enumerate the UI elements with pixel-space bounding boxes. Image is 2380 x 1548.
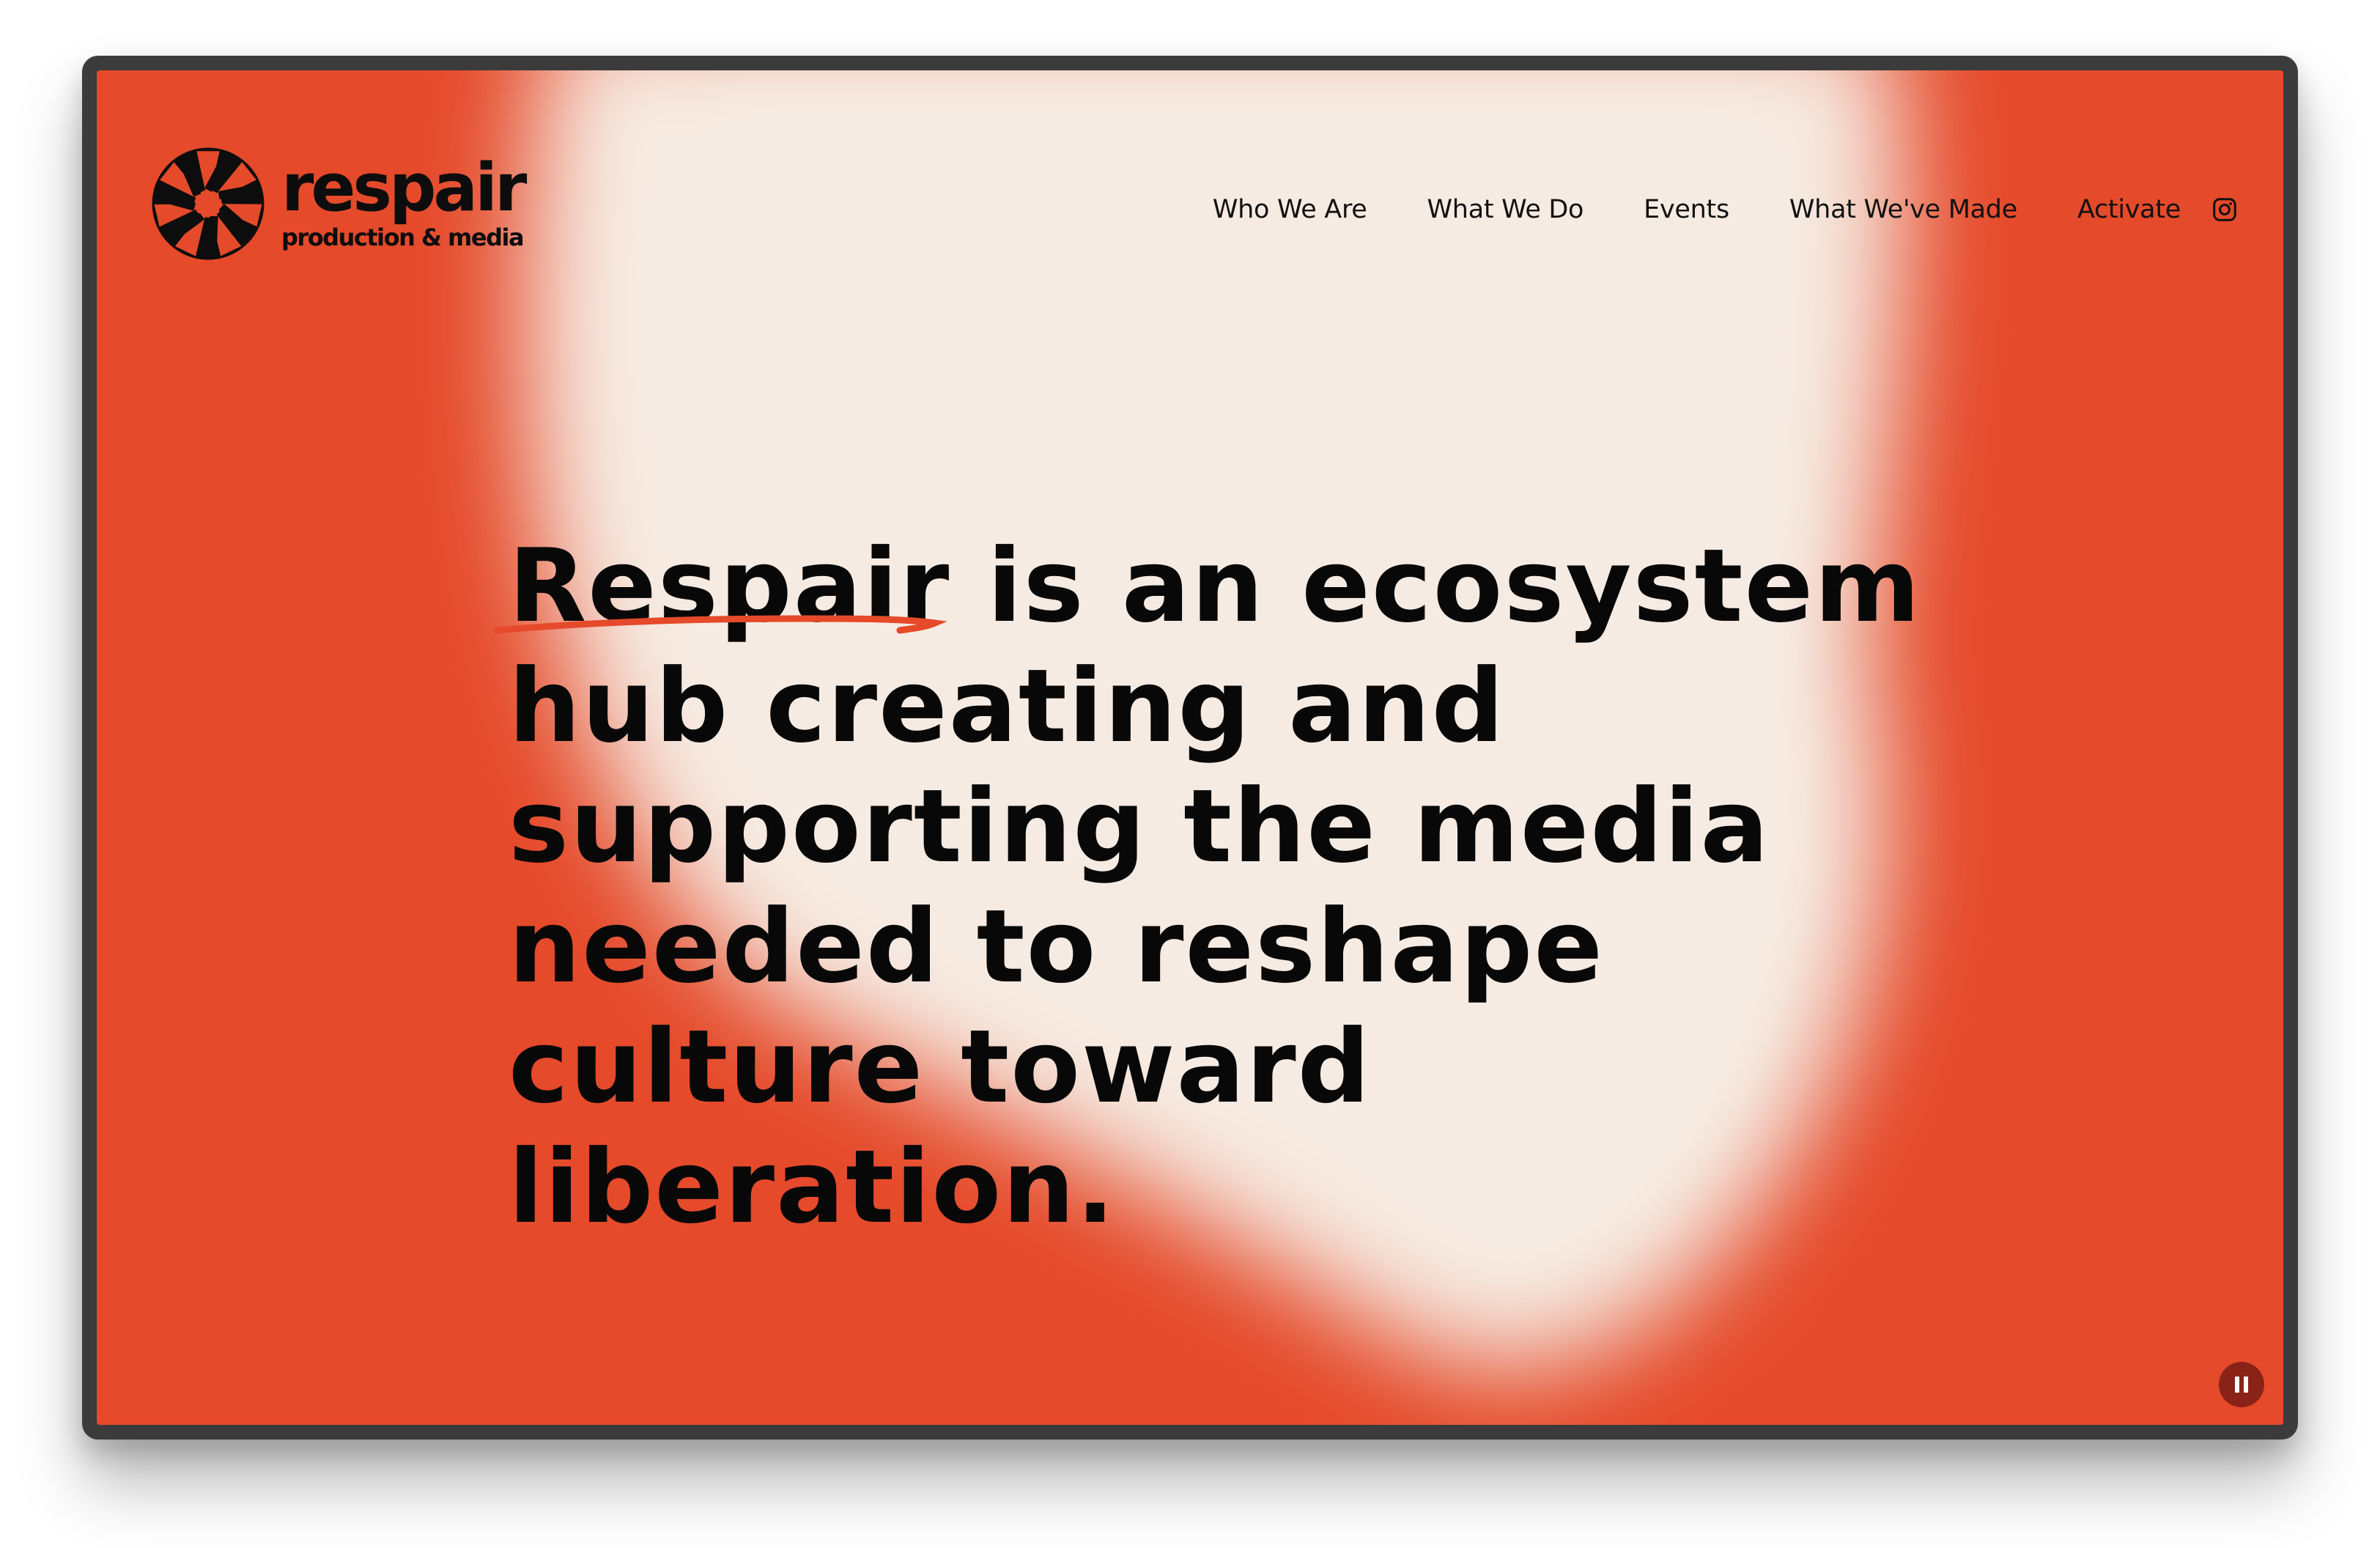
brand-logo[interactable]: respair production & media [151, 147, 527, 261]
pause-button[interactable] [2219, 1362, 2264, 1407]
nav-item-what-weve-made[interactable]: What We've Made [1789, 195, 2017, 224]
brand-text: respair production & media [281, 150, 527, 251]
page-viewport: respair production & media Who We Are Wh… [97, 70, 2283, 1425]
nav-item-events[interactable]: Events [1644, 195, 1729, 224]
brand-name: respair [281, 150, 527, 226]
nav-item-who-we-are[interactable]: Who We Are [1213, 195, 1367, 224]
headline-line-6: liberation. [509, 1128, 1116, 1246]
aperture-icon [152, 147, 265, 260]
instagram-icon[interactable] [2211, 196, 2238, 223]
headline-line-1: Respair is an ecosystem [493, 526, 1974, 646]
headline-line-4: needed to reshape [509, 888, 1604, 1006]
nav-item-what-we-do[interactable]: What We Do [1427, 195, 1584, 224]
headline-line-3: supporting the media [509, 767, 1770, 885]
pause-icon-bar [2244, 1376, 2248, 1393]
pause-icon [2235, 1376, 2239, 1393]
brand-tagline: production & media [281, 224, 525, 251]
headline-underlined-word: Respair [493, 526, 950, 646]
main-nav: Who We Are What We Do Events What We've … [1213, 188, 2238, 232]
headline-line-2: hub creating and [509, 647, 1506, 765]
nav-item-activate[interactable]: Activate [2077, 195, 2181, 224]
scribble-underline [493, 615, 947, 634]
device-frame: respair production & media Who We Are Wh… [82, 56, 2298, 1440]
hero-headline: Respair is an ecosystem hub creating and… [493, 526, 1974, 1247]
headline-line-5: culture toward [509, 1008, 1372, 1126]
